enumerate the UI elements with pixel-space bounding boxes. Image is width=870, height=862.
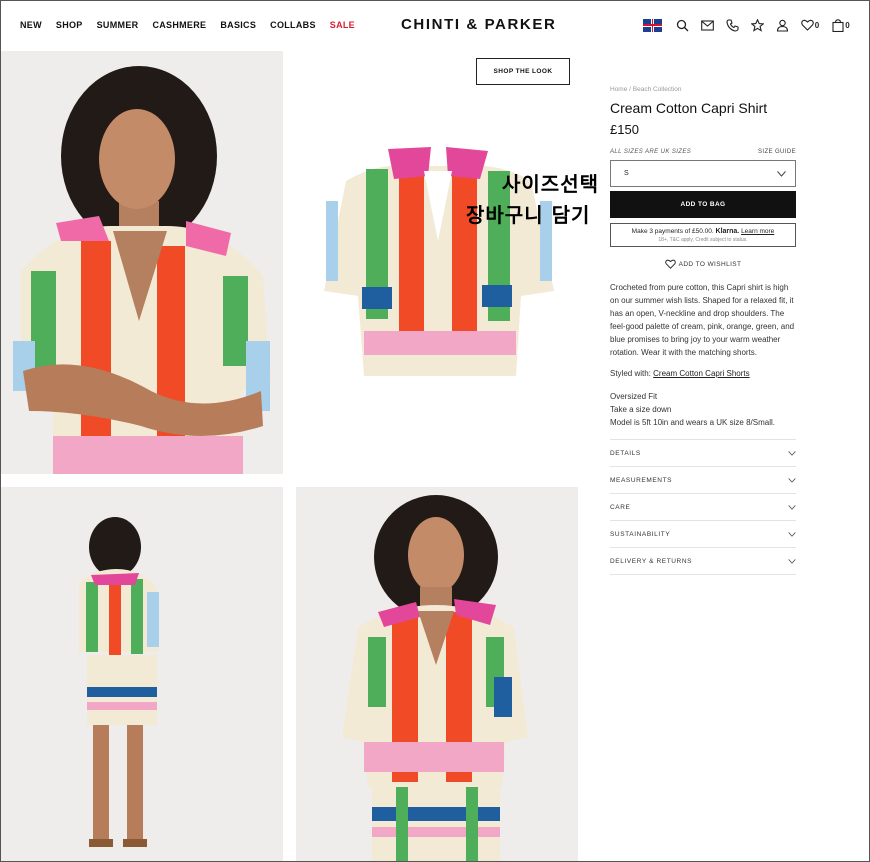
accordion-label: CARE <box>610 503 631 511</box>
accordion-details[interactable]: DETAILS <box>610 440 796 467</box>
header-icons: 0 0 <box>643 16 853 34</box>
klarna-payments-text: Make 3 payments of £50.00. <box>631 228 714 235</box>
accordion-label: MEASUREMENTS <box>610 476 673 484</box>
wishlist-count: 0 <box>814 20 820 30</box>
nav-shop[interactable]: SHOP <box>56 20 83 30</box>
star-icon[interactable] <box>748 16 766 34</box>
accordion-label: DETAILS <box>610 449 641 457</box>
klarna-line: Make 3 payments of £50.00. Klarna. Learn… <box>611 228 795 235</box>
product-title: Cream Cotton Capri Shirt <box>610 100 768 116</box>
product-photo-flat-lay[interactable] <box>296 51 578 474</box>
nav-collabs[interactable]: COLLABS <box>270 20 316 30</box>
accordion-delivery-returns[interactable]: DELIVERY & RETURNS <box>610 548 796 575</box>
brand-logo[interactable]: CHINTI & PARKER <box>401 16 556 33</box>
accordion-measurements[interactable]: MEASUREMENTS <box>610 467 796 494</box>
klarna-note: 18+, T&C apply, Credit subject to status… <box>658 237 748 243</box>
accordion-label: SUSTAINABILITY <box>610 530 671 538</box>
uk-flag-icon[interactable] <box>643 18 662 32</box>
nav-sale[interactable]: SALE <box>330 20 355 30</box>
product-info-panel: Home / Beach Collection Cream Cotton Cap… <box>610 86 796 575</box>
breadcrumb[interactable]: Home / Beach Collection <box>610 86 796 93</box>
styled-with-link[interactable]: Cream Cotton Capri Shorts <box>653 369 749 378</box>
fit-line-1: Oversized Fit <box>610 392 658 401</box>
chevron-down-icon <box>788 504 796 510</box>
site-header: NEW SHOP SUMMER CASHMERE BASICS COLLABS … <box>1 1 869 49</box>
styled-with: Styled with: Cream Cotton Capri Shorts <box>610 369 796 378</box>
fit-info: Oversized Fit Take a size down Model is … <box>610 390 796 429</box>
fit-line-3: Model is 5ft 10in and wears a UK size 8/… <box>610 418 775 427</box>
klarna-learn-more-link[interactable]: Learn more <box>741 228 774 235</box>
sizes-row: ALL SIZES ARE UK SIZES SIZE GUIDE <box>610 149 796 155</box>
chevron-down-icon <box>788 531 796 537</box>
product-description: Crocheted from pure cotton, this Capri s… <box>610 283 795 357</box>
overlay-annotation-add-to-cart: 장바구니 담기 <box>466 203 591 227</box>
chevron-down-icon <box>777 170 786 177</box>
add-to-bag-button[interactable]: ADD TO BAG <box>610 191 796 218</box>
accordion-label: DELIVERY & RETURNS <box>610 557 693 565</box>
nav-cashmere[interactable]: CASHMERE <box>152 20 206 30</box>
mail-icon[interactable] <box>698 16 716 34</box>
size-select[interactable]: S <box>610 160 796 187</box>
heart-icon <box>664 259 676 269</box>
fit-line-2: Take a size down <box>610 405 672 414</box>
nav-basics[interactable]: BASICS <box>220 20 256 30</box>
phone-icon[interactable] <box>723 16 741 34</box>
nav-new[interactable]: NEW <box>20 20 42 30</box>
product-price: £150 <box>610 122 639 137</box>
accordion-sustainability[interactable]: SUSTAINABILITY <box>610 521 796 548</box>
styled-with-label: Styled with: <box>610 369 651 378</box>
account-icon[interactable] <box>773 16 791 34</box>
wishlist-heart-icon[interactable]: 0 <box>798 16 822 34</box>
chevron-down-icon <box>788 477 796 483</box>
chevron-down-icon <box>788 450 796 456</box>
bag-count: 0 <box>845 20 850 30</box>
shop-the-look-button[interactable]: SHOP THE LOOK <box>476 58 570 85</box>
chevron-down-icon <box>788 558 796 564</box>
accordion-care[interactable]: CARE <box>610 494 796 521</box>
product-photo-model-front[interactable] <box>1 51 283 474</box>
klarna-brand: Klarna. <box>715 228 740 235</box>
search-icon[interactable] <box>673 16 691 34</box>
add-to-wishlist-button[interactable]: ADD TO WISHLIST <box>610 259 796 269</box>
klarna-box: Make 3 payments of £50.00. Klarna. Learn… <box>610 223 796 247</box>
wishlist-label: ADD TO WISHLIST <box>678 260 742 268</box>
sizes-note: ALL SIZES ARE UK SIZES <box>610 149 692 155</box>
bag-icon[interactable]: 0 <box>829 16 853 34</box>
nav-summer[interactable]: SUMMER <box>97 20 139 30</box>
product-photo-model-back[interactable] <box>1 487 283 861</box>
product-photo-model-front-full[interactable] <box>296 487 578 861</box>
selected-size: S <box>624 170 629 177</box>
size-guide-link[interactable]: SIZE GUIDE <box>758 149 796 155</box>
main-nav: NEW SHOP SUMMER CASHMERE BASICS COLLABS … <box>20 20 369 30</box>
product-accordion: DETAILS MEASUREMENTS CARE SUSTAINABILITY… <box>610 439 796 575</box>
overlay-annotation-size-select: 사이즈선택 <box>502 172 599 196</box>
